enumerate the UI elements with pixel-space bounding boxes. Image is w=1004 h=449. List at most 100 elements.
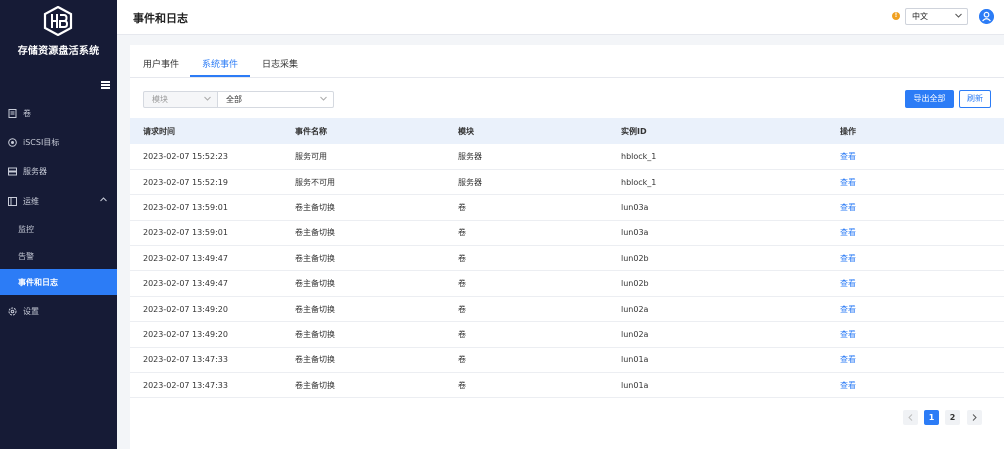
- cell-instance: hblock_1: [621, 151, 657, 161]
- table-row: 2023-02-07 13:59:01 卷主备切换 卷 lun03a 查看: [130, 195, 1004, 221]
- server-icon: [8, 167, 17, 176]
- cell-event: 卷主备切换: [295, 279, 335, 289]
- cell-instance: lun02a: [621, 329, 649, 339]
- view-link[interactable]: 查看: [840, 254, 856, 263]
- tab-system-events[interactable]: 系统事件: [202, 57, 238, 70]
- sidebar-item-server[interactable]: 服务器: [0, 158, 117, 184]
- table-row: 2023-02-07 13:47:33 卷主备切换 卷 lun01a 查看: [130, 347, 1004, 373]
- chevron-left-icon: [908, 414, 913, 421]
- cell-time: 2023-02-07 13:59:01: [143, 228, 228, 238]
- view-link[interactable]: 查看: [840, 305, 856, 314]
- refresh-button[interactable]: 刷新: [959, 90, 991, 108]
- sidebar-item-volume[interactable]: 卷: [0, 100, 117, 126]
- cell-module: 卷: [458, 253, 466, 263]
- app-title: 存储资源盘活系统: [17, 46, 100, 57]
- chevron-down-icon: [320, 96, 327, 101]
- cell-module: 卷: [458, 329, 466, 339]
- sidebar-item-label: 服务器: [23, 166, 47, 176]
- sidebar-item-settings[interactable]: 设置: [0, 298, 117, 324]
- view-link[interactable]: 查看: [840, 178, 856, 187]
- page-title: 事件和日志: [133, 12, 188, 25]
- warning-icon[interactable]: !: [892, 12, 900, 20]
- sidebar-item-monitor[interactable]: 监控: [0, 216, 117, 242]
- table-row: 2023-02-07 13:49:20 卷主备切换 卷 lun02a 查看: [130, 296, 1004, 322]
- view-link[interactable]: 查看: [840, 330, 856, 339]
- cell-time: 2023-02-07 13:47:33: [143, 355, 228, 365]
- cell-module: 服务器: [458, 151, 482, 161]
- cell-time: 2023-02-07 15:52:23: [143, 151, 228, 161]
- document-icon: [8, 108, 17, 118]
- sidebar-item-label: iSCSI目标: [23, 137, 60, 147]
- export-all-button[interactable]: 导出全部: [905, 90, 954, 108]
- cell-module: 卷: [458, 304, 466, 314]
- cell-module: 卷: [458, 279, 466, 289]
- table-header-row: 请求时间 事件名称 模块 实例ID 操作: [130, 118, 1004, 144]
- table-row: 2023-02-07 13:49:47 卷主备切换 卷 lun02b 查看: [130, 246, 1004, 271]
- view-link[interactable]: 查看: [840, 203, 856, 212]
- sidebar-item-iscsi[interactable]: iSCSI目标: [0, 129, 117, 155]
- filter-value-text: 全部: [226, 95, 242, 104]
- table-row: 2023-02-07 13:49:20 卷主备切换 卷 lun02a 查看: [130, 322, 1004, 348]
- cell-event: 卷主备切换: [295, 228, 335, 238]
- chevron-up-icon: [100, 197, 107, 202]
- pagination-next-button[interactable]: [967, 410, 982, 425]
- top-header: 事件和日志 ! 中文: [117, 0, 1004, 35]
- table-row: 2023-02-07 13:49:47 卷主备切换 卷 lun02b 查看: [130, 271, 1004, 297]
- cell-event: 服务可用: [295, 151, 327, 161]
- filter-value-select[interactable]: 全部: [217, 91, 334, 108]
- events-table: 请求时间 事件名称 模块 实例ID 操作 2023-02-07 15:52:23…: [130, 118, 1004, 398]
- sidebar-item-label: 监控: [18, 224, 34, 234]
- active-tab-indicator: [190, 75, 250, 77]
- cell-instance: lun03a: [621, 228, 649, 238]
- pagination-page-1[interactable]: 1: [924, 410, 939, 425]
- menu-toggle-icon[interactable]: [101, 81, 110, 89]
- sidebar-item-events-logs[interactable]: 事件和日志: [0, 269, 117, 295]
- cell-time: 2023-02-07 13:49:20: [143, 329, 228, 339]
- cell-event: 卷主备切换: [295, 202, 335, 212]
- sidebar-item-ops[interactable]: 运维: [0, 188, 117, 214]
- sidebar-item-label: 运维: [23, 196, 39, 206]
- chevron-down-icon: [204, 96, 211, 101]
- cell-event: 卷主备切换: [295, 253, 335, 263]
- language-select[interactable]: 中文: [905, 8, 968, 25]
- ops-icon: [8, 196, 17, 206]
- cell-instance: lun01a: [621, 355, 649, 365]
- sidebar-item-label: 卷: [23, 108, 31, 118]
- sidebar-item-alarm[interactable]: 告警: [0, 243, 117, 269]
- cell-event: 服务不可用: [295, 177, 335, 187]
- column-header: 请求时间: [143, 126, 175, 136]
- main-panel: 用户事件 系统事件 日志采集 模块 全部 导出全部 刷新 请求时间 事件名称 模…: [130, 45, 1004, 449]
- cell-event: 卷主备切换: [295, 380, 335, 390]
- view-link[interactable]: 查看: [840, 355, 856, 364]
- cell-event: 卷主备切换: [295, 355, 335, 365]
- cell-time: 2023-02-07 13:49:47: [143, 253, 228, 263]
- view-link[interactable]: 查看: [840, 381, 856, 390]
- cell-event: 卷主备切换: [295, 329, 335, 339]
- cell-instance: lun01a: [621, 380, 649, 390]
- view-link[interactable]: 查看: [840, 152, 856, 161]
- sidebar: 存储资源盘活系统 卷 iSCSI目标 服务器 运维 监控 告警 事件和日志 设置: [0, 0, 117, 449]
- view-link[interactable]: 查看: [840, 228, 856, 237]
- cell-module: 卷: [458, 202, 466, 212]
- cell-time: 2023-02-07 13:49:20: [143, 304, 228, 314]
- cell-time: 2023-02-07 15:52:19: [143, 177, 228, 187]
- pagination-page-2[interactable]: 2: [945, 410, 960, 425]
- sidebar-item-label: 设置: [23, 306, 39, 316]
- column-header: 模块: [458, 126, 474, 136]
- cell-module: 卷: [458, 355, 466, 365]
- tab-user-events[interactable]: 用户事件: [143, 57, 179, 70]
- filter-field-value: 模块: [152, 95, 168, 104]
- gear-icon: [8, 307, 17, 316]
- filter-field-select[interactable]: 模块: [143, 91, 218, 108]
- pagination-prev-button[interactable]: [903, 410, 918, 425]
- cell-instance: lun02b: [621, 253, 649, 263]
- column-header: 事件名称: [295, 126, 327, 136]
- column-header: 操作: [840, 126, 856, 136]
- target-icon: [8, 137, 17, 147]
- language-value: 中文: [912, 12, 928, 21]
- cell-module: 卷: [458, 228, 466, 238]
- tab-log-collection[interactable]: 日志采集: [262, 57, 298, 70]
- table-row: 2023-02-07 15:52:19 服务不可用 服务器 hblock_1 查…: [130, 169, 1004, 195]
- view-link[interactable]: 查看: [840, 279, 856, 288]
- user-avatar-icon[interactable]: [979, 9, 994, 24]
